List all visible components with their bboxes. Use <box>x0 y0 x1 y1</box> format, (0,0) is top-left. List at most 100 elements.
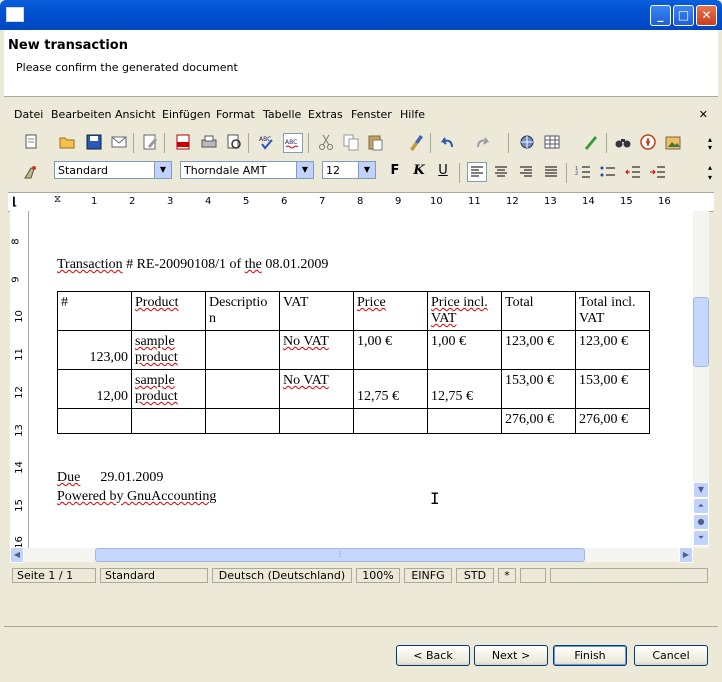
minimize-button[interactable]: _ <box>650 5 671 26</box>
print-icon[interactable] <box>200 133 218 151</box>
menu-ansicht[interactable]: Ansicht <box>115 108 156 121</box>
vertical-scrollbar[interactable]: ▼ ⏶ ● ⏷ <box>693 211 709 548</box>
cancel-button[interactable]: Cancel <box>634 645 708 666</box>
column-header: # <box>57 291 132 331</box>
table-cell <box>427 408 502 434</box>
ruler-number: 13 <box>13 424 25 437</box>
styles-formatting-icon[interactable] <box>22 163 40 181</box>
status-style[interactable]: Standard <box>100 568 208 583</box>
menu-extras[interactable]: Extras <box>308 108 343 121</box>
back-button[interactable]: < Back <box>396 645 470 666</box>
status-insert-mode[interactable]: EINFG <box>404 568 452 583</box>
status-selection-mode[interactable]: STD <box>456 568 494 583</box>
menu-einfuegen[interactable]: Einfügen <box>162 108 211 121</box>
spellcheck-icon[interactable]: ABC <box>258 133 276 151</box>
table-cell: 123,00 <box>57 330 132 370</box>
document-page[interactable]: Transaction # RE-20090108/1 of the 08.01… <box>29 211 693 548</box>
office-frame: Datei Bearbeiten Ansicht Einfügen Format… <box>8 103 714 589</box>
ruler-number: 8 <box>10 238 22 245</box>
tab-stop-icon[interactable]: ⌊ <box>12 195 24 208</box>
draw-functions-icon[interactable] <box>582 133 600 151</box>
paragraph-style-select[interactable]: Standard ▼ <box>54 161 172 179</box>
menu-hilfe[interactable]: Hilfe <box>400 108 425 121</box>
menu-fenster[interactable]: Fenster <box>351 108 392 121</box>
font-name-select[interactable]: Thorndale AMT ▼ <box>180 161 314 179</box>
menu-bearbeiten[interactable]: Bearbeiten <box>51 108 111 121</box>
font-size-value: 12 <box>326 164 340 177</box>
indent-marker-icon[interactable]: ⧖ <box>54 194 61 205</box>
menu-format[interactable]: Format <box>216 108 255 121</box>
menu-tabelle[interactable]: Tabelle <box>263 108 301 121</box>
scroll-left-arrow-icon[interactable]: ◀ <box>10 547 24 563</box>
justify-icon[interactable] <box>542 163 560 181</box>
status-zoom[interactable]: 100% <box>356 568 400 583</box>
export-pdf-icon[interactable] <box>174 133 192 151</box>
ruler-number: 13 <box>544 196 557 207</box>
next-page-icon[interactable]: ⏷ <box>693 530 709 546</box>
next-button[interactable]: Next > <box>474 645 548 666</box>
font-size-select[interactable]: 12 ▼ <box>322 161 376 179</box>
toolbar-more-down-icon[interactable]: ▾ <box>708 173 712 182</box>
scroll-down-arrow-icon[interactable]: ▼ <box>693 482 709 498</box>
print-preview-icon[interactable] <box>225 133 243 151</box>
vertical-scroll-thumb[interactable] <box>693 297 709 367</box>
paste-icon[interactable] <box>366 133 384 151</box>
chevron-down-icon[interactable]: ▼ <box>358 162 375 178</box>
finish-button[interactable]: Finish <box>553 645 627 666</box>
copy-icon[interactable] <box>342 133 360 151</box>
ruler-number: 5 <box>243 196 250 207</box>
horizontal-ruler[interactable]: ⌊ ⧖ 1 2 3 4 5 6 7 8 9 10 11 12 13 14 15 … <box>8 192 714 212</box>
gallery-icon[interactable] <box>664 133 682 151</box>
vertical-ruler[interactable]: 8 9 10 11 12 13 14 15 16 <box>10 211 29 549</box>
redo-icon[interactable] <box>474 133 492 151</box>
footer-divider <box>4 626 718 627</box>
bold-button[interactable]: F <box>385 161 405 181</box>
menu-datei[interactable]: Datei <box>14 108 43 121</box>
new-document-icon[interactable] <box>22 133 40 151</box>
clone-formatting-icon[interactable] <box>406 133 424 151</box>
close-button[interactable]: ✕ <box>696 5 717 26</box>
numbering-icon[interactable]: 12 <box>574 163 592 181</box>
underline-button[interactable]: U <box>433 161 453 181</box>
navigator-icon[interactable] <box>639 133 657 151</box>
status-page: Seite 1 / 1 <box>12 568 96 583</box>
find-replace-icon[interactable] <box>614 133 632 151</box>
align-right-icon[interactable] <box>517 163 535 181</box>
mail-icon[interactable] <box>110 133 128 151</box>
bullets-icon[interactable] <box>599 163 617 181</box>
font-name-value: Thorndale AMT <box>184 164 267 177</box>
align-left-icon[interactable] <box>467 162 487 182</box>
increase-indent-icon[interactable] <box>649 163 667 181</box>
close-document-icon[interactable]: ✕ <box>699 108 708 121</box>
chevron-down-icon[interactable]: ▼ <box>296 162 313 178</box>
toolbar-more-up-icon[interactable]: ▴ <box>708 163 712 172</box>
edit-file-icon[interactable] <box>141 133 159 151</box>
horizontal-scroll-thumb[interactable]: ⦙ <box>95 548 585 562</box>
undo-icon[interactable] <box>438 133 456 151</box>
table-icon[interactable] <box>543 133 561 151</box>
ruler-number: 14 <box>13 461 25 474</box>
header-divider <box>4 96 718 97</box>
chevron-down-icon[interactable]: ▼ <box>154 162 171 178</box>
status-language[interactable]: Deutsch (Deutschland) <box>212 568 352 583</box>
cut-icon[interactable] <box>317 133 335 151</box>
horizontal-scrollbar[interactable]: ◀ ⦙ ▶ <box>10 547 693 563</box>
table-cell: sample product <box>135 334 178 365</box>
ruler-number: 9 <box>10 276 22 283</box>
italic-button[interactable]: K <box>409 161 429 181</box>
decrease-indent-icon[interactable] <box>624 163 642 181</box>
column-header: VAT <box>279 291 354 331</box>
save-icon[interactable] <box>85 133 103 151</box>
navigation-icon[interactable]: ● <box>693 514 709 530</box>
maximize-button[interactable]: □ <box>673 5 694 26</box>
auto-spellcheck-icon[interactable]: ABC <box>283 133 303 153</box>
table-cell <box>131 408 206 434</box>
previous-page-icon[interactable]: ⏶ <box>693 498 709 514</box>
toolbar-more-down-icon[interactable]: ▾ <box>708 143 712 152</box>
hyperlink-icon[interactable] <box>518 133 536 151</box>
scroll-right-arrow-icon[interactable]: ▶ <box>679 547 693 563</box>
table-total-row: 276,00 € 276,00 € <box>57 408 650 434</box>
ruler-number: 8 <box>357 196 364 207</box>
align-center-icon[interactable] <box>492 163 510 181</box>
open-folder-icon[interactable] <box>58 133 76 151</box>
